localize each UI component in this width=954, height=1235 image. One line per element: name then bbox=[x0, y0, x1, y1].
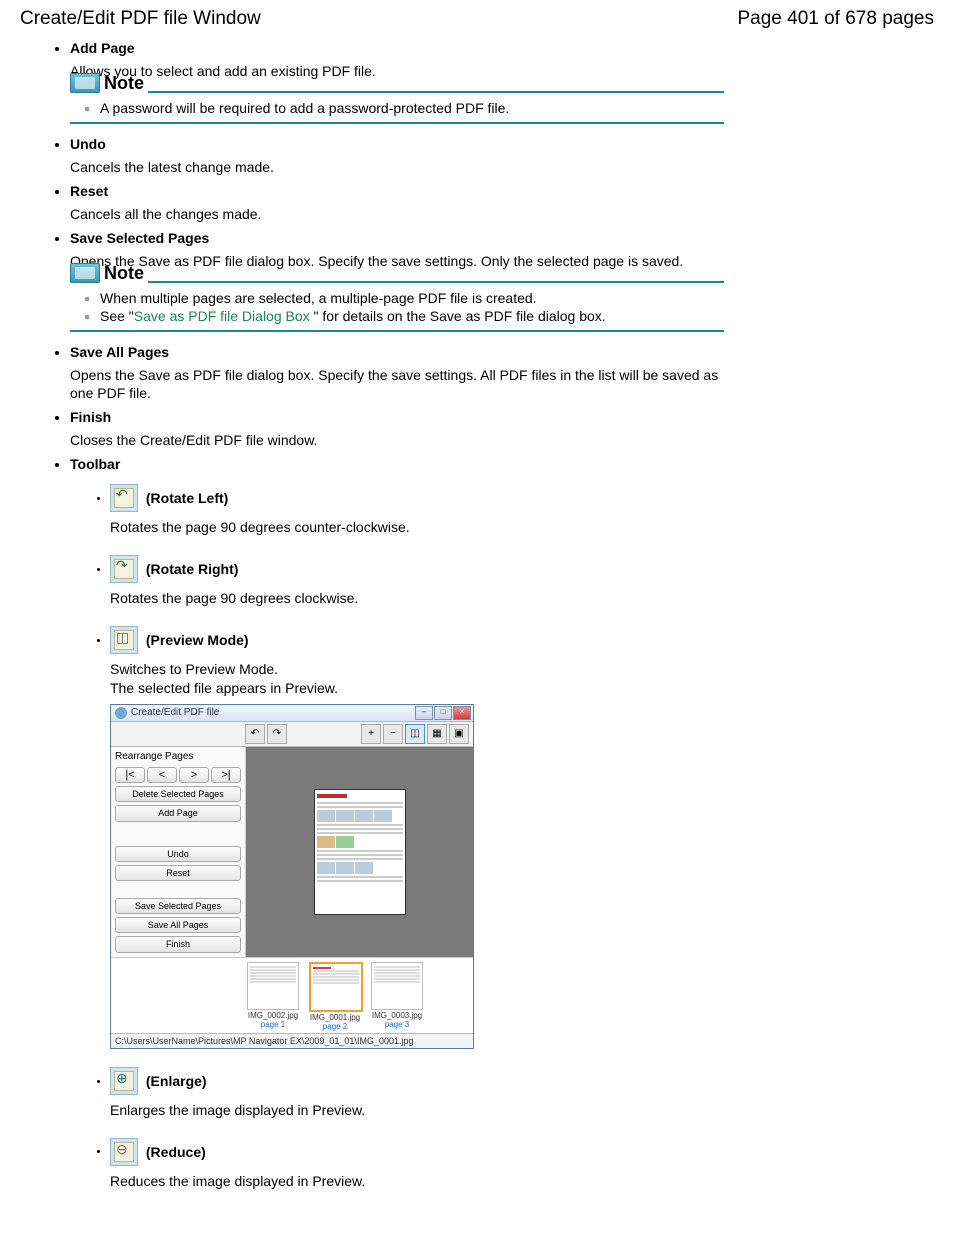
tool-reduce: (Reduce) Reduces the image displayed in … bbox=[110, 1138, 724, 1191]
term: Toolbar bbox=[70, 456, 120, 472]
desc: Opens the Save as PDF file dialog box. S… bbox=[70, 366, 724, 404]
link-save-pdf-dialog[interactable]: Save as PDF file Dialog Box bbox=[134, 308, 314, 324]
desc: Enlarges the image displayed in Preview. bbox=[110, 1101, 724, 1120]
note-item: When multiple pages are selected, a mult… bbox=[100, 290, 724, 306]
tool-rotate-left: (Rotate Left) Rotates the page 90 degree… bbox=[110, 484, 724, 537]
item-add-page: Add Page Allows you to select and add an… bbox=[70, 40, 934, 124]
btn-delete-selected[interactable]: Delete Selected Pages bbox=[115, 786, 241, 802]
item-save-selected: Save Selected Pages Opens the Save as PD… bbox=[70, 230, 934, 332]
reduce-icon bbox=[110, 1138, 138, 1166]
nav-next[interactable]: > bbox=[179, 767, 209, 783]
item-reset: Reset Cancels all the changes made. bbox=[70, 183, 934, 224]
note-item: A password will be required to add a pas… bbox=[100, 100, 724, 116]
app-thumbs: IMG_0002.jpg page 1 IMG_0001.jpg page 2 … bbox=[111, 957, 473, 1033]
tool-label: (Rotate Right) bbox=[146, 561, 239, 577]
note-title: Note bbox=[104, 73, 144, 94]
thumb[interactable]: IMG_0002.jpg page 1 bbox=[247, 962, 299, 1031]
desc: Closes the Create/Edit PDF file window. bbox=[70, 431, 724, 450]
app-titlebar: Create/Edit PDF file – □ × bbox=[111, 705, 473, 722]
app-sidebar: Rearrange Pages |< < > >| Delete Selecte… bbox=[111, 747, 246, 957]
btn-finish[interactable]: Finish bbox=[115, 936, 241, 952]
tb-zoom-in[interactable]: + bbox=[361, 724, 381, 744]
tb-preview[interactable]: ◫ bbox=[405, 724, 425, 744]
preview-page bbox=[314, 789, 406, 915]
close-button[interactable]: × bbox=[453, 706, 471, 720]
page-number: Page 401 of 678 pages bbox=[737, 8, 934, 30]
app-toolbar: ↶ ↷ + − ◫ ▦ ▣ bbox=[111, 722, 473, 747]
item-undo: Undo Cancels the latest change made. bbox=[70, 136, 934, 177]
item-finish: Finish Closes the Create/Edit PDF file w… bbox=[70, 409, 934, 450]
desc: Rotates the page 90 degrees counter-cloc… bbox=[110, 518, 724, 537]
note-icon bbox=[70, 73, 100, 93]
term: Finish bbox=[70, 409, 111, 425]
app-screenshot: Create/Edit PDF file – □ × ↶ ↷ bbox=[110, 704, 474, 1049]
note-block: Note A password will be required to add … bbox=[70, 91, 724, 124]
tb-rotate-left[interactable]: ↶ bbox=[245, 724, 265, 744]
tool-label: (Preview Mode) bbox=[146, 632, 249, 648]
btn-undo[interactable]: Undo bbox=[115, 846, 241, 862]
app-preview bbox=[246, 747, 473, 957]
desc: Cancels all the changes made. bbox=[70, 205, 724, 224]
app-title: Create/Edit PDF file bbox=[131, 707, 219, 718]
minimize-button[interactable]: – bbox=[415, 706, 433, 720]
desc: Rotates the page 90 degrees clockwise. bbox=[110, 589, 724, 608]
tool-label: (Reduce) bbox=[146, 1144, 206, 1160]
thumb-selected[interactable]: IMG_0001.jpg page 2 bbox=[309, 962, 361, 1031]
nav-prev[interactable]: < bbox=[147, 767, 177, 783]
note-title: Note bbox=[104, 263, 144, 284]
note-item: See "Save as PDF file Dialog Box " for d… bbox=[100, 308, 724, 324]
term: Save Selected Pages bbox=[70, 230, 209, 246]
tb-zoom-out[interactable]: − bbox=[383, 724, 403, 744]
rotate-left-icon bbox=[110, 484, 138, 512]
desc: Cancels the latest change made. bbox=[70, 158, 724, 177]
tb-thumbs[interactable]: ▦ bbox=[427, 724, 447, 744]
preview-mode-icon bbox=[110, 626, 138, 654]
maximize-button[interactable]: □ bbox=[434, 706, 452, 720]
tool-preview-mode: (Preview Mode) Switches to Preview Mode.… bbox=[110, 626, 724, 1049]
btn-save-selected[interactable]: Save Selected Pages bbox=[115, 898, 241, 914]
nav-last[interactable]: >| bbox=[211, 767, 241, 783]
tool-label: (Rotate Left) bbox=[146, 490, 228, 506]
term: Save All Pages bbox=[70, 344, 169, 360]
term: Undo bbox=[70, 136, 106, 152]
side-heading: Rearrange Pages bbox=[115, 751, 241, 762]
desc: Reduces the image displayed in Preview. bbox=[110, 1172, 724, 1191]
app-icon bbox=[115, 707, 127, 719]
btn-add-page[interactable]: Add Page bbox=[115, 805, 241, 821]
term: Reset bbox=[70, 183, 108, 199]
btn-save-all[interactable]: Save All Pages bbox=[115, 917, 241, 933]
thumb[interactable]: IMG_0003.jpg page 3 bbox=[371, 962, 423, 1031]
tool-label: (Enlarge) bbox=[146, 1073, 207, 1089]
rotate-right-icon bbox=[110, 555, 138, 583]
tool-rotate-right: (Rotate Right) Rotates the page 90 degre… bbox=[110, 555, 724, 608]
desc: Allows you to select and add an existing… bbox=[70, 62, 724, 81]
app-statusbar: C:\Users\UserName\Pictures\MP Navigator … bbox=[111, 1033, 473, 1048]
tb-full[interactable]: ▣ bbox=[449, 724, 469, 744]
desc: Switches to Preview Mode. bbox=[110, 660, 724, 679]
enlarge-icon bbox=[110, 1067, 138, 1095]
term: Add Page bbox=[70, 40, 135, 56]
tool-enlarge: (Enlarge) Enlarges the image displayed i… bbox=[110, 1067, 724, 1120]
note-icon bbox=[70, 263, 100, 283]
note-block: Note When multiple pages are selected, a… bbox=[70, 281, 724, 332]
nav-first[interactable]: |< bbox=[115, 767, 145, 783]
tb-rotate-right[interactable]: ↷ bbox=[267, 724, 287, 744]
item-save-all: Save All Pages Opens the Save as PDF fil… bbox=[70, 344, 934, 404]
page-title: Create/Edit PDF file Window bbox=[20, 8, 261, 30]
item-toolbar: Toolbar (Rotate Left) Rotates the page 9… bbox=[70, 456, 934, 1190]
desc: The selected file appears in Preview. bbox=[110, 679, 724, 698]
desc: Opens the Save as PDF file dialog box. S… bbox=[70, 252, 724, 271]
btn-reset[interactable]: Reset bbox=[115, 865, 241, 881]
page-header: Create/Edit PDF file Window Page 401 of … bbox=[20, 0, 934, 36]
